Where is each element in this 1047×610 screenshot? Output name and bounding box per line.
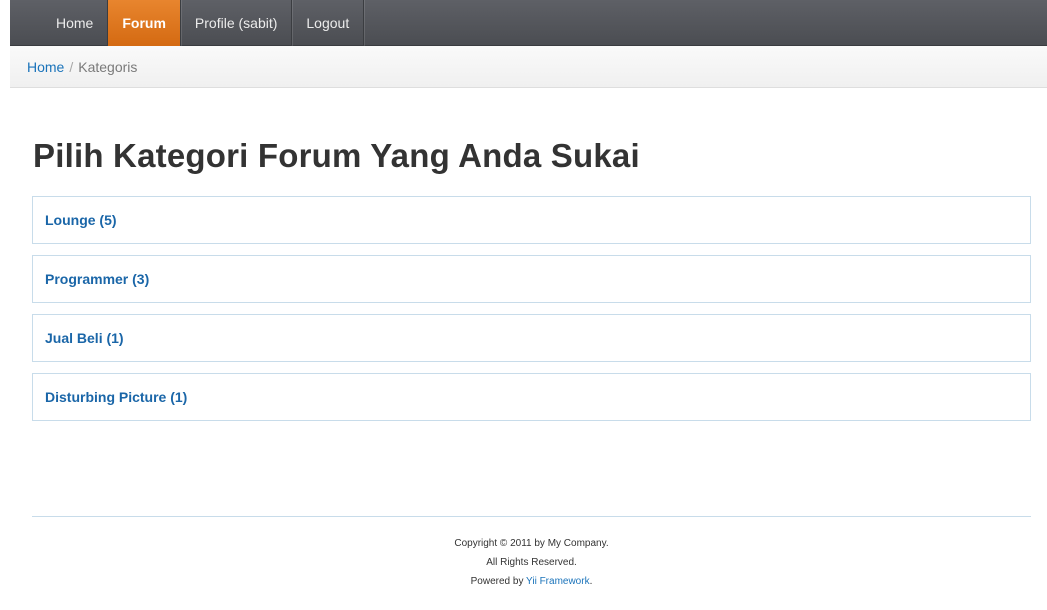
category-link[interactable]: Disturbing Picture (1): [45, 389, 187, 405]
nav-item-profile[interactable]: Profile (sabit): [181, 0, 293, 46]
footer-copyright: Copyright © 2011 by My Company.: [454, 538, 609, 549]
category-list: Lounge (5) Programmer (3) Jual Beli (1) …: [32, 196, 1031, 432]
category-link[interactable]: Jual Beli (1): [45, 330, 124, 346]
breadcrumb: Home / Kategoris: [10, 46, 1047, 88]
footer-powered-suffix: .: [589, 576, 593, 587]
category-item-disturbing-picture: Disturbing Picture (1): [32, 373, 1031, 421]
category-item-lounge: Lounge (5): [32, 196, 1031, 244]
nav-item-logout[interactable]: Logout: [292, 0, 365, 46]
breadcrumb-separator: /: [69, 58, 74, 75]
breadcrumb-home-link[interactable]: Home: [27, 59, 64, 75]
footer-rights: All Rights Reserved.: [486, 557, 577, 568]
nav-item-home[interactable]: Home: [56, 0, 109, 46]
nav-item-label: Profile (sabit): [194, 15, 278, 31]
category-link[interactable]: Lounge (5): [45, 212, 117, 228]
footer: Copyright © 2011 by My Company. All Righ…: [32, 534, 1031, 591]
footer-divider: [32, 516, 1031, 517]
nav-item-label: Home: [56, 15, 94, 31]
nav-item-label: Forum: [122, 15, 166, 31]
breadcrumb-current: Kategoris: [78, 58, 138, 75]
category-link[interactable]: Programmer (3): [45, 271, 149, 287]
nav-menu: Home Forum Profile (sabit) Logout: [56, 0, 365, 46]
top-navbar: Home Forum Profile (sabit) Logout: [10, 0, 1047, 46]
yii-framework-link[interactable]: Yii Framework: [526, 576, 590, 587]
category-item-jual-beli: Jual Beli (1): [32, 314, 1031, 362]
footer-powered-prefix: Powered by: [470, 576, 527, 587]
nav-item-label: Logout: [306, 15, 350, 31]
category-item-programmer: Programmer (3): [32, 255, 1031, 303]
nav-item-forum[interactable]: Forum: [108, 0, 181, 46]
page-title: Pilih Kategori Forum Yang Anda Sukai: [33, 137, 640, 174]
footer-powered: Powered by Yii Framework.: [32, 572, 1031, 591]
